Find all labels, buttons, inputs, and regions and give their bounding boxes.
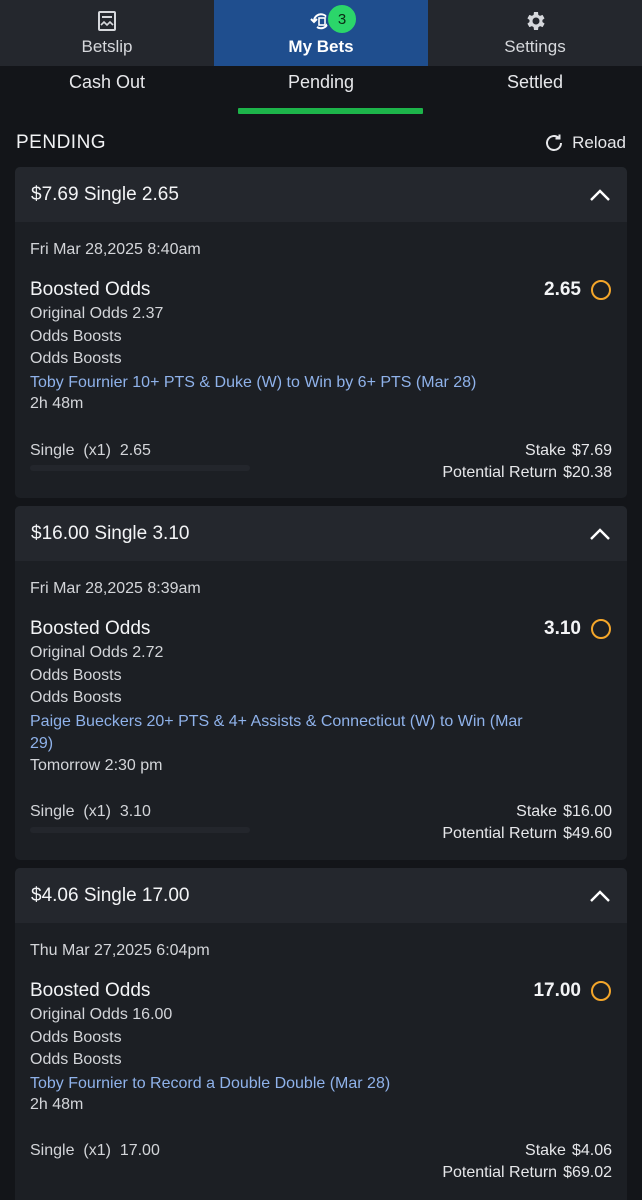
stake: Stake $4.06 bbox=[525, 1142, 612, 1160]
boost-label: Odds Boosts bbox=[30, 1051, 122, 1068]
pending-status-icon bbox=[591, 280, 611, 300]
nav-betslip[interactable]: Betslip bbox=[0, 0, 214, 66]
section-header: PENDING Reload bbox=[0, 126, 642, 160]
original-odds: Original Odds 2.37 bbox=[30, 305, 164, 322]
original-odds: Original Odds 2.72 bbox=[30, 644, 164, 661]
bet-summary: Single (x1) 17.00 bbox=[30, 1142, 160, 1159]
potential-return: Potential Return $69.02 bbox=[442, 1164, 612, 1182]
event-time: 2h 48m bbox=[30, 395, 84, 412]
return-label: Potential Return bbox=[442, 825, 558, 842]
potential-return: Potential Return $20.38 bbox=[442, 464, 612, 482]
potential-return: Potential Return $49.60 bbox=[442, 825, 612, 843]
boost-label: Odds Boosts bbox=[30, 689, 122, 706]
nav-settings[interactable]: Settings bbox=[428, 0, 642, 66]
bet-card-header[interactable]: $4.06 Single 17.00 bbox=[15, 868, 627, 923]
bet-card-header[interactable]: $7.69 Single 2.65 bbox=[15, 167, 627, 222]
stake-label: Stake bbox=[525, 442, 566, 459]
return-label: Potential Return bbox=[442, 1164, 558, 1181]
section-title: PENDING bbox=[16, 132, 107, 153]
stake-label: Stake bbox=[516, 803, 558, 820]
active-tab-indicator bbox=[238, 108, 423, 114]
stake-value: $16.00 bbox=[563, 803, 612, 820]
bet-odds-value: 3.10 bbox=[544, 618, 581, 639]
bet-summary: Single (x1) 2.65 bbox=[30, 442, 151, 459]
bet-card: $16.00 Single 3.10 Fri Mar 28,2025 8:39a… bbox=[15, 506, 627, 860]
bet-odds: 3.10 bbox=[544, 618, 611, 640]
bet-type: Boosted Odds bbox=[30, 279, 151, 300]
tab-cash-out[interactable]: Cash Out bbox=[0, 66, 214, 116]
bet-date: Fri Mar 28,2025 8:40am bbox=[30, 241, 201, 258]
bet-card-body: Thu Mar 27,2025 6:04pm Boosted Odds 17.0… bbox=[15, 923, 627, 1200]
nav-betslip-label: Betslip bbox=[81, 37, 133, 56]
stake-value: $7.69 bbox=[571, 442, 612, 459]
stake-label: Stake bbox=[525, 1142, 566, 1159]
chevron-up-icon[interactable] bbox=[589, 889, 611, 903]
chevron-up-icon[interactable] bbox=[589, 527, 611, 541]
chevron-up-icon[interactable] bbox=[589, 188, 611, 202]
bet-selection-link[interactable]: Toby Fournier to Record a Double Double … bbox=[30, 1073, 550, 1095]
my-bets-count-badge: 3 bbox=[326, 3, 358, 35]
stake: Stake $7.69 bbox=[525, 442, 612, 460]
bet-type: Boosted Odds bbox=[30, 618, 151, 639]
bet-card: $7.69 Single 2.65 Fri Mar 28,2025 8:40am… bbox=[15, 167, 627, 498]
bet-summary: Single (x1) 3.10 bbox=[30, 803, 151, 820]
boost-label: Odds Boosts bbox=[30, 1029, 122, 1046]
bet-odds: 2.65 bbox=[544, 279, 611, 301]
nav-my-bets[interactable]: My Bets bbox=[214, 0, 428, 66]
pending-status-icon bbox=[591, 981, 611, 1001]
bet-type: Boosted Odds bbox=[30, 980, 151, 1001]
bet-odds-value: 2.65 bbox=[544, 279, 581, 300]
bet-selection-link[interactable]: Paige Bueckers 20+ PTS & 4+ Assists & Co… bbox=[30, 711, 530, 755]
bet-selection-link[interactable]: Toby Fournier 10+ PTS & Duke (W) to Win … bbox=[30, 372, 550, 394]
redacted-text bbox=[30, 465, 250, 471]
betslip-icon bbox=[98, 11, 116, 31]
bet-card-header[interactable]: $16.00 Single 3.10 bbox=[15, 506, 627, 561]
event-time: Tomorrow 2:30 pm bbox=[30, 757, 163, 774]
boost-label: Odds Boosts bbox=[30, 667, 122, 684]
gear-icon bbox=[527, 12, 545, 30]
boost-label: Odds Boosts bbox=[30, 328, 122, 345]
bet-card-body: Fri Mar 28,2025 8:40am Boosted Odds 2.65… bbox=[15, 222, 627, 498]
event-time: 2h 48m bbox=[30, 1096, 84, 1113]
bet-odds-value: 17.00 bbox=[533, 980, 581, 1001]
bet-card-body: Fri Mar 28,2025 8:39am Boosted Odds 3.10… bbox=[15, 561, 627, 860]
bet-date: Fri Mar 28,2025 8:39am bbox=[30, 580, 201, 597]
reload-icon bbox=[546, 134, 563, 151]
redacted-text bbox=[30, 827, 250, 833]
bet-card: $4.06 Single 17.00 Thu Mar 27,2025 6:04p… bbox=[15, 868, 627, 1200]
stake-value: $4.06 bbox=[571, 1142, 612, 1159]
return-label: Potential Return bbox=[442, 464, 558, 481]
tab-settled[interactable]: Settled bbox=[428, 66, 642, 116]
bet-card-title: $7.69 Single 2.65 bbox=[31, 183, 179, 205]
nav-my-bets-label: My Bets bbox=[288, 37, 354, 56]
nav-settings-label: Settings bbox=[504, 37, 566, 56]
stake: Stake $16.00 bbox=[516, 803, 612, 821]
boost-label: Odds Boosts bbox=[30, 350, 122, 367]
bet-odds: 17.00 bbox=[533, 980, 611, 1002]
reload-label: Reload bbox=[572, 133, 626, 152]
pending-status-icon bbox=[591, 619, 611, 639]
bet-card-title: $16.00 Single 3.10 bbox=[31, 522, 190, 544]
return-value: $69.02 bbox=[563, 1164, 612, 1181]
bet-date: Thu Mar 27,2025 6:04pm bbox=[30, 942, 210, 959]
return-value: $20.38 bbox=[563, 464, 612, 481]
top-nav: Betslip My Bets Settings bbox=[0, 0, 642, 66]
bet-card-title: $4.06 Single 17.00 bbox=[31, 884, 190, 906]
return-value: $49.60 bbox=[563, 825, 612, 842]
reload-button[interactable]: Reload bbox=[542, 131, 626, 155]
original-odds: Original Odds 16.00 bbox=[30, 1006, 173, 1023]
